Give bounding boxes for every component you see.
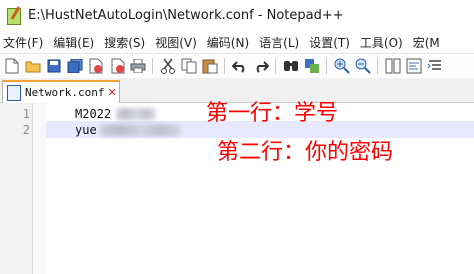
menu-bar: 文件(F) 编辑(E) 搜索(S) 视图(V) 编码(N) 语言(L) 设置(T… xyxy=(0,31,474,53)
line-text[interactable]: M2022 xyxy=(75,107,111,121)
toolbar-separator xyxy=(275,58,276,74)
cut-icon[interactable] xyxy=(159,57,177,75)
menu-tools[interactable]: 工具(O) xyxy=(355,34,408,51)
line-number: 1 xyxy=(22,107,30,121)
window-title: E:\HustNetAutoLogin\Network.conf - Notep… xyxy=(28,8,344,23)
title-bar: E:\HustNetAutoLogin\Network.conf - Notep… xyxy=(0,0,474,31)
redo-icon[interactable] xyxy=(252,57,270,75)
indent-guide-icon[interactable] xyxy=(426,57,444,75)
toolbar-separator xyxy=(224,58,225,74)
redacted-student-id xyxy=(116,108,156,120)
sync-scroll-icon[interactable] xyxy=(384,57,402,75)
menu-language[interactable]: 语言(L) xyxy=(254,34,304,51)
word-wrap-icon[interactable] xyxy=(405,57,423,75)
line-text[interactable]: yue xyxy=(75,123,97,137)
menu-encoding[interactable]: 编码(N) xyxy=(202,34,254,51)
replace-icon[interactable] xyxy=(303,57,321,75)
notepad-plus-plus-icon xyxy=(6,5,22,25)
fold-margin xyxy=(33,103,46,274)
close-all-icon[interactable] xyxy=(108,57,126,75)
line-number: 2 xyxy=(22,123,30,137)
tab-close-icon[interactable]: ✕ xyxy=(107,86,116,99)
menu-edit[interactable]: 编辑(E) xyxy=(48,34,99,51)
menu-settings[interactable]: 设置(T) xyxy=(304,34,355,51)
toolbar-separator xyxy=(152,58,153,74)
close-icon[interactable] xyxy=(87,57,105,75)
print-icon[interactable] xyxy=(129,57,147,75)
editor-area[interactable]: 1 M2022 2 yue 第一行：学号 第二行：你的密码 xyxy=(0,101,474,274)
toolbar-separator xyxy=(377,58,378,74)
new-file-icon[interactable] xyxy=(3,57,21,75)
open-file-icon[interactable] xyxy=(24,57,42,75)
find-icon[interactable] xyxy=(282,57,300,75)
save-all-icon[interactable] xyxy=(66,57,84,75)
zoom-out-icon[interactable] xyxy=(354,57,372,75)
redacted-password xyxy=(100,124,182,136)
file-icon xyxy=(7,84,21,101)
menu-macro[interactable]: 宏(M xyxy=(408,34,445,51)
zoom-in-icon[interactable] xyxy=(333,57,351,75)
menu-search[interactable]: 搜索(S) xyxy=(99,34,150,51)
paste-icon[interactable] xyxy=(201,57,219,75)
menu-view[interactable]: 视图(V) xyxy=(150,34,202,51)
copy-icon[interactable] xyxy=(180,57,198,75)
menu-file[interactable]: 文件(F) xyxy=(0,34,48,51)
tab-label: Network.conf xyxy=(25,86,105,99)
toolbar-separator xyxy=(326,58,327,74)
tab-network-conf[interactable]: Network.conf ✕ xyxy=(2,80,120,103)
annotation-first-line: 第一行：学号 xyxy=(206,101,339,126)
undo-icon[interactable] xyxy=(231,57,249,75)
toolbar xyxy=(0,53,474,79)
save-icon[interactable] xyxy=(45,57,63,75)
annotation-second-line: 第二行：你的密码 xyxy=(217,140,394,165)
